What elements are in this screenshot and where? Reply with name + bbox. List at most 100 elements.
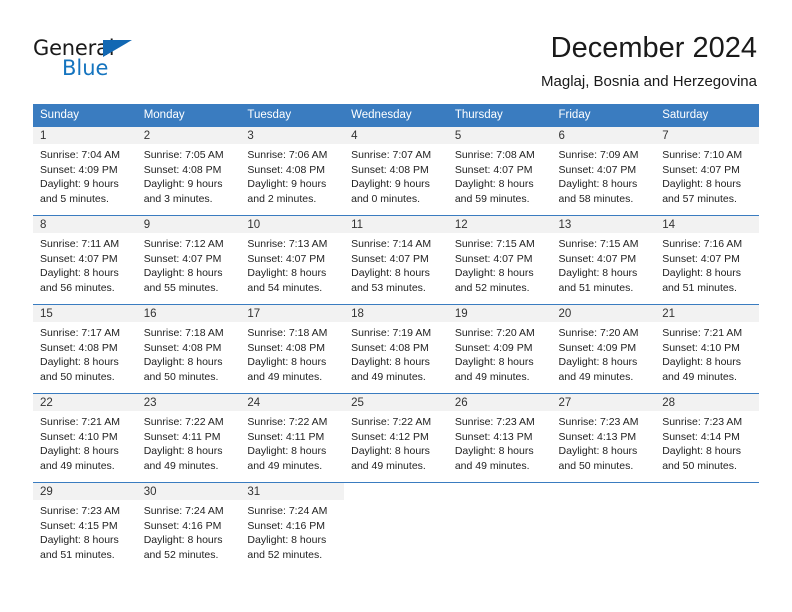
- day-number: [655, 483, 759, 500]
- sunset-text: Sunset: 4:07 PM: [454, 252, 533, 265]
- calendar-day-cell[interactable]: 5 Sunrise: 7:08 AM Sunset: 4:07 PM Daylight…: [447, 126, 552, 216]
- page-title: December 2024: [550, 32, 757, 64]
- daylight-text-line1: Daylight: 9 hours: [143, 178, 223, 191]
- calendar-day-cell[interactable]: 13 Sunrise: 7:15 AM Sunset: 4:07 PM Dayligh…: [551, 215, 656, 305]
- day-details: Sunrise: 7:08 AM Sunset: 4:07 PM Daylight:…: [448, 144, 552, 206]
- daylight-text-line1: Daylight: 8 hours: [40, 267, 119, 280]
- day-details: Sunrise: 7:23 AM Sunset: 4:13 PM Daylight:…: [448, 411, 552, 473]
- calendar-page: General Blue December 2024 Maglaj, Bosni…: [0, 0, 792, 612]
- day-cell-inner: 1 Sunrise: 7:04 AM Sunset: 4:09 PM Daylight…: [33, 127, 137, 215]
- day-number: 27: [551, 394, 656, 411]
- sunrise-text: Sunrise: 7:06 AM: [247, 149, 328, 161]
- daylight-text-line1: Daylight: 8 hours: [662, 445, 742, 458]
- day-cell-inner: 13 Sunrise: 7:15 AM Sunset: 4:07 PM Dayligh…: [551, 216, 656, 304]
- calendar-body: 1 Sunrise: 7:04 AM Sunset: 4:09 PM Daylight…: [33, 126, 759, 571]
- calendar-day-cell[interactable]: 11 Sunrise: 7:14 AM Sunset: 4:07 PM Dayligh…: [344, 215, 448, 305]
- day-details: Sunrise: 7:15 AM Sunset: 4:07 PM Daylight:…: [552, 233, 656, 295]
- calendar-day-cell[interactable]: 20 Sunrise: 7:20 AM Sunset: 4:09 PM Dayligh…: [551, 304, 656, 394]
- sunset-text: Sunset: 4:07 PM: [558, 163, 637, 176]
- sunrise-text: Sunrise: 7:05 AM: [143, 149, 224, 161]
- sunrise-text: Sunrise: 7:21 AM: [40, 416, 120, 428]
- daylight-text-line1: Daylight: 8 hours: [454, 356, 534, 369]
- daylight-text-line1: Daylight: 8 hours: [40, 356, 119, 369]
- page-subtitle: Maglaj, Bosnia and Herzegovina: [541, 73, 757, 90]
- sunrise-text: Sunrise: 7:13 AM: [247, 238, 328, 250]
- day-cell-inner: 7 Sunrise: 7:10 AM Sunset: 4:07 PM Daylight…: [655, 127, 759, 215]
- day-cell-inner: 17 Sunrise: 7:18 AM Sunset: 4:08 PM Dayligh…: [240, 305, 345, 393]
- calendar-day-cell[interactable]: 10 Sunrise: 7:13 AM Sunset: 4:07 PM Dayligh…: [240, 215, 345, 305]
- calendar-day-cell[interactable]: 26 Sunrise: 7:23 AM Sunset: 4:13 PM Dayligh…: [447, 393, 552, 483]
- calendar-day-cell[interactable]: 8 Sunrise: 7:11 AM Sunset: 4:07 PM Daylight…: [33, 215, 137, 305]
- daylight-text-line1: Daylight: 8 hours: [143, 267, 223, 280]
- calendar-day-cell[interactable]: 17 Sunrise: 7:18 AM Sunset: 4:08 PM Dayligh…: [240, 304, 345, 394]
- day-details: Sunrise: 7:20 AM Sunset: 4:09 PM Daylight:…: [552, 322, 656, 384]
- daylight-text-line1: Daylight: 8 hours: [558, 267, 638, 280]
- calendar-day-cell[interactable]: 24 Sunrise: 7:22 AM Sunset: 4:11 PM Dayligh…: [240, 393, 345, 483]
- day-details: Sunrise: 7:18 AM Sunset: 4:08 PM Daylight:…: [137, 322, 241, 384]
- calendar-day-cell[interactable]: 16 Sunrise: 7:18 AM Sunset: 4:08 PM Dayligh…: [136, 304, 241, 394]
- daylight-text-line1: Daylight: 8 hours: [454, 178, 534, 191]
- calendar-day-cell[interactable]: 31 Sunrise: 7:24 AM Sunset: 4:16 PM Dayligh…: [240, 482, 345, 571]
- day-details: Sunrise: 7:24 AM Sunset: 4:16 PM Daylight:…: [240, 500, 344, 562]
- sunset-text: Sunset: 4:07 PM: [662, 252, 740, 265]
- sunset-text: Sunset: 4:07 PM: [40, 252, 118, 265]
- sunset-text: Sunset: 4:13 PM: [558, 430, 637, 443]
- calendar-day-cell[interactable]: 15 Sunrise: 7:17 AM Sunset: 4:08 PM Dayligh…: [33, 304, 137, 394]
- day-details: Sunrise: 7:21 AM Sunset: 4:10 PM Daylight:…: [655, 322, 759, 384]
- day-details: Sunrise: 7:18 AM Sunset: 4:08 PM Daylight:…: [240, 322, 344, 384]
- daylight-text-line1: Daylight: 8 hours: [143, 445, 223, 458]
- day-number: 20: [551, 305, 656, 322]
- calendar-day-cell[interactable]: 22 Sunrise: 7:21 AM Sunset: 4:10 PM Dayligh…: [33, 393, 137, 483]
- daylight-text-line2: and 52 minutes.: [143, 548, 219, 561]
- day-cell-inner: 3 Sunrise: 7:06 AM Sunset: 4:08 PM Daylight…: [240, 127, 345, 215]
- calendar-day-cell[interactable]: 14 Sunrise: 7:16 AM Sunset: 4:07 PM Dayligh…: [655, 215, 759, 305]
- day-cell-inner: 30 Sunrise: 7:24 AM Sunset: 4:16 PM Dayligh…: [136, 483, 241, 571]
- day-details: Sunrise: 7:17 AM Sunset: 4:08 PM Daylight:…: [33, 322, 137, 384]
- day-cell-inner: 24 Sunrise: 7:22 AM Sunset: 4:11 PM Dayligh…: [240, 394, 345, 482]
- sunrise-text: Sunrise: 7:07 AM: [351, 149, 432, 161]
- day-details: Sunrise: 7:23 AM Sunset: 4:13 PM Daylight:…: [552, 411, 656, 473]
- calendar-day-cell[interactable]: 21 Sunrise: 7:21 AM Sunset: 4:10 PM Dayligh…: [655, 304, 759, 394]
- day-cell-inner: 6 Sunrise: 7:09 AM Sunset: 4:07 PM Daylight…: [551, 127, 656, 215]
- sunset-text: Sunset: 4:08 PM: [247, 163, 326, 176]
- calendar-day-cell[interactable]: 2 Sunrise: 7:05 AM Sunset: 4:08 PM Daylight…: [136, 126, 241, 216]
- calendar-day-cell[interactable]: 4 Sunrise: 7:07 AM Sunset: 4:08 PM Daylight…: [344, 126, 448, 216]
- sunrise-text: Sunrise: 7:16 AM: [662, 238, 743, 250]
- day-details: Sunrise: 7:23 AM Sunset: 4:15 PM Daylight:…: [33, 500, 137, 562]
- calendar-day-cell[interactable]: 9 Sunrise: 7:12 AM Sunset: 4:07 PM Daylight…: [136, 215, 241, 305]
- sunrise-text: Sunrise: 7:23 AM: [454, 416, 535, 428]
- calendar-day-cell[interactable]: 1 Sunrise: 7:04 AM Sunset: 4:09 PM Daylight…: [33, 126, 137, 216]
- calendar-day-cell[interactable]: 19 Sunrise: 7:20 AM Sunset: 4:09 PM Dayligh…: [447, 304, 552, 394]
- calendar-header-row: Sunday Monday Tuesday Wednesday Thursday…: [33, 104, 759, 127]
- day-number: 26: [447, 394, 552, 411]
- day-cell-inner: 31 Sunrise: 7:24 AM Sunset: 4:16 PM Dayligh…: [240, 483, 345, 571]
- calendar-day-cell[interactable]: 30 Sunrise: 7:24 AM Sunset: 4:16 PM Dayligh…: [136, 482, 241, 571]
- day-number: 28: [655, 394, 759, 411]
- day-details: Sunrise: 7:23 AM Sunset: 4:14 PM Daylight:…: [655, 411, 759, 473]
- daylight-text-line2: and 49 minutes.: [247, 459, 323, 472]
- general-blue-logo[interactable]: General Blue: [33, 36, 183, 86]
- calendar-day-cell[interactable]: 12 Sunrise: 7:15 AM Sunset: 4:07 PM Dayligh…: [447, 215, 552, 305]
- day-number: 17: [240, 305, 345, 322]
- sunset-text: Sunset: 4:15 PM: [40, 519, 118, 532]
- daylight-text-line2: and 50 minutes.: [40, 370, 115, 383]
- day-cell-inner: 18 Sunrise: 7:19 AM Sunset: 4:08 PM Dayligh…: [344, 305, 448, 393]
- sunrise-text: Sunrise: 7:20 AM: [558, 327, 639, 339]
- day-cell-inner: 9 Sunrise: 7:12 AM Sunset: 4:07 PM Daylight…: [136, 216, 241, 304]
- calendar-day-cell[interactable]: 3 Sunrise: 7:06 AM Sunset: 4:08 PM Daylight…: [240, 126, 345, 216]
- calendar-day-cell[interactable]: 18 Sunrise: 7:19 AM Sunset: 4:08 PM Dayligh…: [344, 304, 448, 394]
- calendar-day-cell[interactable]: 6 Sunrise: 7:09 AM Sunset: 4:07 PM Daylight…: [551, 126, 656, 216]
- calendar-day-cell[interactable]: 27 Sunrise: 7:23 AM Sunset: 4:13 PM Dayligh…: [551, 393, 656, 483]
- daylight-text-line2: and 49 minutes.: [143, 459, 219, 472]
- day-number: 31: [240, 483, 345, 500]
- day-cell-inner: 19 Sunrise: 7:20 AM Sunset: 4:09 PM Dayligh…: [447, 305, 552, 393]
- calendar-day-cell[interactable]: 25 Sunrise: 7:22 AM Sunset: 4:12 PM Dayligh…: [344, 393, 448, 483]
- sunset-text: Sunset: 4:16 PM: [143, 519, 222, 532]
- weekday-header-sunday: Sunday: [33, 104, 137, 127]
- daylight-text-line1: Daylight: 8 hours: [40, 534, 119, 547]
- day-number: 1: [33, 127, 137, 144]
- calendar-day-cell[interactable]: 7 Sunrise: 7:10 AM Sunset: 4:07 PM Daylight…: [655, 126, 759, 216]
- calendar-day-cell[interactable]: 23 Sunrise: 7:22 AM Sunset: 4:11 PM Dayligh…: [136, 393, 241, 483]
- calendar-day-cell[interactable]: 29 Sunrise: 7:23 AM Sunset: 4:15 PM Dayligh…: [33, 482, 137, 571]
- calendar-day-cell[interactable]: 28 Sunrise: 7:23 AM Sunset: 4:14 PM Dayligh…: [655, 393, 759, 483]
